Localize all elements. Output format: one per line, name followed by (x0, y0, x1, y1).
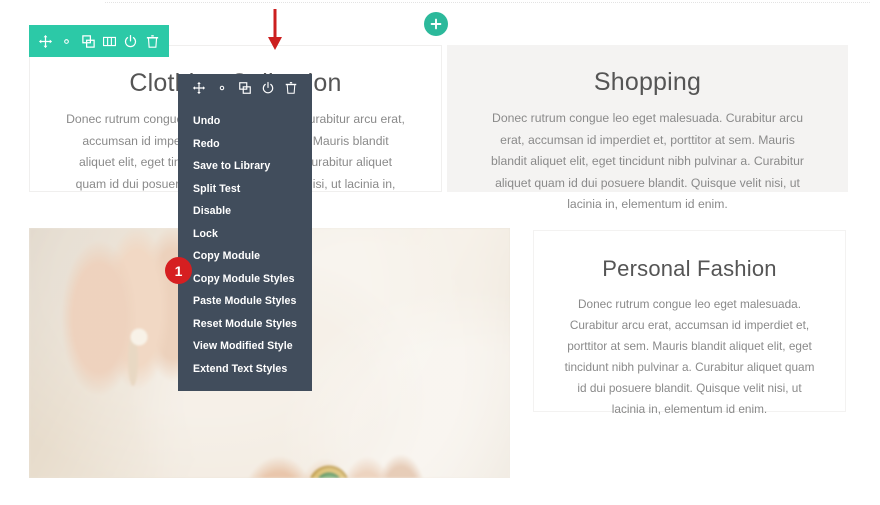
trash-icon[interactable] (283, 80, 299, 96)
module-context-menu[interactable]: Undo Redo Save to Library Split Test Dis… (178, 102, 312, 391)
card-body-shopping: Donec rutrum congue leo eget malesuada. … (490, 111, 804, 211)
page-canvas: Clothing Collection Donec rutrum congue … (0, 0, 880, 505)
duplicate-icon[interactable] (80, 33, 97, 50)
card-title-shopping: Shopping (593, 68, 702, 96)
menu-item-copy-module-styles[interactable]: Copy Module Styles (178, 268, 312, 291)
columns-icon[interactable] (101, 33, 118, 50)
red-down-arrow-annotation (264, 8, 286, 52)
menu-item-redo[interactable]: Redo (178, 133, 312, 156)
menu-item-undo[interactable]: Undo (178, 110, 312, 133)
module-shopping[interactable]: Shopping Donec rutrum congue leo eget ma… (447, 45, 848, 211)
card-title-personal: Personal Fashion (602, 256, 777, 281)
module-settings-toolbar[interactable] (178, 74, 312, 102)
gear-icon[interactable] (58, 33, 75, 50)
move-handle-icon[interactable] (37, 33, 54, 50)
menu-item-disable[interactable]: Disable (178, 200, 312, 223)
menu-item-lock[interactable]: Lock (178, 223, 312, 246)
row-settings-toolbar[interactable] (29, 25, 169, 57)
gear-icon[interactable] (214, 80, 230, 96)
card-body-personal: Donec rutrum congue leo eget malesuada. … (564, 297, 815, 416)
add-section-button[interactable] (424, 12, 448, 36)
menu-item-extend-text-styles[interactable]: Extend Text Styles (178, 358, 312, 381)
power-icon[interactable] (122, 33, 139, 50)
plus-icon (430, 18, 442, 30)
menu-item-paste-module-styles[interactable]: Paste Module Styles (178, 290, 312, 313)
move-handle-icon[interactable] (191, 80, 207, 96)
trash-icon[interactable] (144, 33, 161, 50)
menu-item-copy-module[interactable]: Copy Module (178, 245, 312, 268)
menu-item-save-to-library[interactable]: Save to Library (178, 155, 312, 178)
step-badge-1: 1 (165, 257, 192, 284)
menu-item-split-test[interactable]: Split Test (178, 178, 312, 201)
module-personal-fashion[interactable]: Personal Fashion Donec rutrum congue leo… (533, 230, 846, 416)
menu-item-reset-module-styles[interactable]: Reset Module Styles (178, 313, 312, 336)
duplicate-icon[interactable] (237, 80, 253, 96)
menu-item-view-modified-style[interactable]: View Modified Style (178, 335, 312, 358)
top-dotted-divider (105, 2, 870, 3)
power-icon[interactable] (260, 80, 276, 96)
